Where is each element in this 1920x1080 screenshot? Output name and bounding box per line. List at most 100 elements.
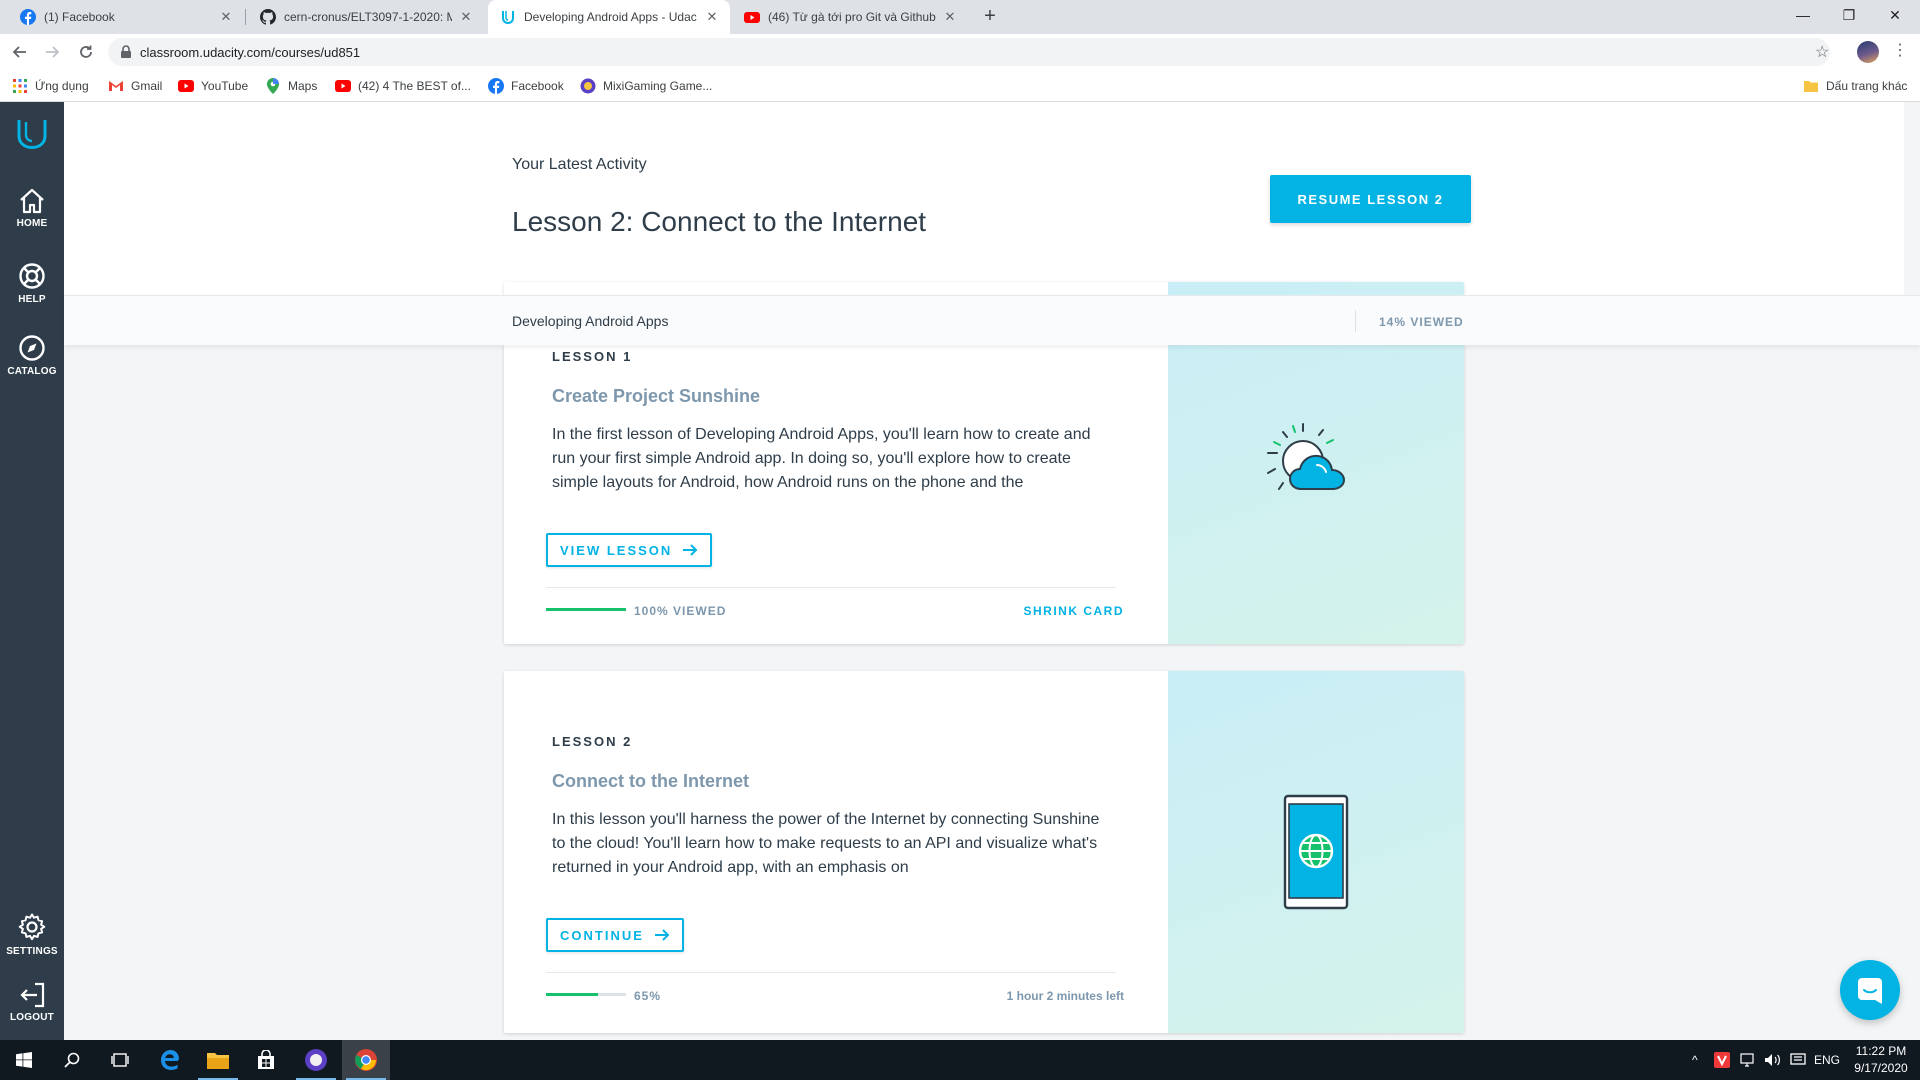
tab-title: cern-cronus/ELT3097-1-2020: Mô bbox=[284, 10, 452, 24]
sidebar-item-logout[interactable]: LOGOUT bbox=[0, 982, 64, 1023]
facebook-icon bbox=[20, 9, 36, 25]
shrink-card-link[interactable]: SHRINK CARD bbox=[1024, 604, 1125, 618]
system-clock[interactable]: 11:22 PM 9/17/2020 bbox=[1846, 1043, 1916, 1077]
sidebar-item-label: SETTINGS bbox=[6, 946, 58, 957]
address-bar[interactable]: classroom.udacity.com/courses/ud851 bbox=[108, 38, 1830, 66]
minimize-button[interactable]: — bbox=[1780, 0, 1826, 30]
gmail-icon bbox=[108, 78, 124, 94]
sidebar-item-home[interactable]: HOME bbox=[0, 188, 64, 229]
bookmark-apps[interactable]: Ứng dụng bbox=[12, 76, 89, 96]
bookmark-star-icon[interactable]: ☆ bbox=[1815, 42, 1829, 62]
mixigaming-icon bbox=[580, 78, 596, 94]
reload-button[interactable] bbox=[74, 40, 98, 64]
logout-icon bbox=[20, 982, 45, 1008]
store-bag-icon bbox=[258, 1050, 274, 1069]
page-scrollbar[interactable] bbox=[1904, 102, 1920, 1040]
sidebar-item-help[interactable]: HELP bbox=[0, 262, 64, 305]
progress-fill bbox=[546, 608, 626, 611]
close-window-button[interactable]: ✕ bbox=[1872, 0, 1918, 30]
tab-youtube[interactable]: (46) Từ gà tới pro Git và Github t ✕ bbox=[732, 0, 968, 34]
input-language[interactable]: ENG bbox=[1814, 1040, 1840, 1080]
tab-udacity[interactable]: Developing Android Apps - Udac ✕ bbox=[488, 0, 730, 34]
bookmark-gmail[interactable]: Gmail bbox=[108, 76, 162, 96]
windows-logo-icon bbox=[16, 1052, 32, 1068]
forward-arrow-icon bbox=[46, 46, 60, 58]
bookmark-label: Dấu trang khác bbox=[1826, 79, 1908, 93]
lifebuoy-icon bbox=[19, 263, 45, 289]
bookmark-maps[interactable]: Maps bbox=[265, 76, 317, 96]
bookmark-youtube-video[interactable]: (42) 4 The BEST of... bbox=[335, 76, 471, 96]
taskbar-file-explorer[interactable] bbox=[194, 1040, 242, 1080]
bookmark-label: Gmail bbox=[131, 79, 163, 93]
bookmark-youtube[interactable]: YouTube bbox=[178, 76, 248, 96]
tab-title: (1) Facebook bbox=[44, 10, 115, 24]
bookmark-label: YouTube bbox=[201, 79, 249, 93]
bookmark-facebook[interactable]: Facebook bbox=[488, 76, 564, 96]
sidebar: HOME HELP CATALOG SETTINGS LOGOUT bbox=[0, 102, 64, 1040]
chat-icon bbox=[1858, 978, 1882, 1004]
forward-button[interactable] bbox=[40, 40, 64, 64]
sidebar-item-label: HELP bbox=[18, 294, 46, 305]
close-icon[interactable]: ✕ bbox=[218, 9, 234, 25]
course-name: Developing Android Apps bbox=[512, 313, 669, 329]
other-bookmarks[interactable]: Dấu trang khác bbox=[1803, 76, 1907, 96]
taskbar-store[interactable] bbox=[242, 1040, 290, 1080]
folder-icon bbox=[1803, 78, 1819, 94]
sidebar-item-catalog[interactable]: CATALOG bbox=[0, 334, 64, 377]
task-view-button[interactable] bbox=[96, 1040, 144, 1080]
resume-lesson-button[interactable]: RESUME LESSON 2 bbox=[1270, 175, 1471, 223]
menu-dots-icon[interactable]: ⋮ bbox=[1892, 40, 1908, 60]
back-button[interactable] bbox=[8, 40, 32, 64]
start-button[interactable] bbox=[0, 1040, 48, 1080]
bookmark-label: Maps bbox=[288, 79, 318, 93]
latest-activity-label: Your Latest Activity bbox=[512, 156, 647, 173]
tab-github[interactable]: cern-cronus/ELT3097-1-2020: Mô ✕ bbox=[248, 0, 484, 34]
course-progress-bar: Developing Android Apps 14% VIEWED bbox=[64, 295, 1920, 345]
page-title: Lesson 2: Connect to the Internet bbox=[512, 206, 927, 237]
vivaldi-tray-icon[interactable] bbox=[1714, 1040, 1730, 1080]
close-icon[interactable]: ✕ bbox=[458, 9, 474, 25]
search-button[interactable] bbox=[48, 1040, 96, 1080]
lesson-card-title[interactable]: Create Project Sunshine bbox=[552, 386, 760, 407]
lesson-number: LESSON 2 bbox=[552, 734, 633, 749]
show-hidden-icons[interactable]: ^ bbox=[1692, 1040, 1698, 1080]
taskbar-mixigaming[interactable] bbox=[292, 1040, 340, 1080]
youtube-icon bbox=[335, 78, 351, 94]
lesson-description: In the first lesson of Developing Androi… bbox=[552, 426, 1091, 491]
compass-icon bbox=[19, 335, 45, 361]
tab-title: (46) Từ gà tới pro Git và Github t bbox=[768, 10, 936, 24]
view-lesson-button[interactable]: VIEW LESSON bbox=[546, 533, 713, 567]
lesson-illustration bbox=[1168, 671, 1464, 1033]
network-icon[interactable] bbox=[1740, 1040, 1758, 1080]
udacity-logo[interactable] bbox=[16, 116, 48, 150]
tab-divider bbox=[245, 9, 246, 25]
close-icon[interactable]: ✕ bbox=[942, 9, 958, 25]
lesson-card-title[interactable]: Connect to the Internet bbox=[552, 771, 749, 792]
url-text: classroom.udacity.com/courses/ud851 bbox=[140, 44, 361, 60]
notification-icon[interactable] bbox=[1790, 1040, 1806, 1080]
restore-button[interactable]: ❐ bbox=[1826, 0, 1872, 30]
taskbar-chrome[interactable] bbox=[342, 1040, 390, 1080]
tab-facebook[interactable]: (1) Facebook ✕ bbox=[8, 0, 244, 34]
gear-icon bbox=[18, 913, 46, 941]
divider bbox=[1355, 310, 1356, 332]
course-viewed-percent: 14% VIEWED bbox=[1379, 315, 1464, 329]
phone-globe-icon bbox=[1283, 794, 1349, 910]
sidebar-item-settings[interactable]: SETTINGS bbox=[0, 912, 64, 957]
bookmark-mixigaming[interactable]: MixiGaming Game... bbox=[580, 76, 712, 96]
continue-button[interactable]: CONTINUE bbox=[546, 918, 684, 952]
task-view-icon bbox=[111, 1053, 129, 1067]
time-remaining: 1 hour 2 minutes left bbox=[1006, 989, 1124, 1003]
close-icon[interactable]: ✕ bbox=[704, 9, 720, 25]
clock-time: 11:22 PM bbox=[1855, 1044, 1907, 1058]
chat-support-button[interactable] bbox=[1840, 960, 1900, 1020]
volume-icon[interactable] bbox=[1764, 1040, 1782, 1080]
profile-avatar[interactable] bbox=[1857, 41, 1879, 63]
new-tab-button[interactable]: + bbox=[978, 5, 1002, 29]
apps-grid-icon bbox=[12, 78, 28, 94]
sidebar-item-label: CATALOG bbox=[7, 366, 57, 377]
latest-activity-header: Your Latest Activity Lesson 2: Connect t… bbox=[64, 102, 1920, 295]
chrome-icon bbox=[355, 1049, 377, 1071]
browser-toolbar: classroom.udacity.com/courses/ud851 ☆ ⋮ bbox=[0, 34, 1920, 70]
taskbar-edge[interactable] bbox=[146, 1040, 194, 1080]
